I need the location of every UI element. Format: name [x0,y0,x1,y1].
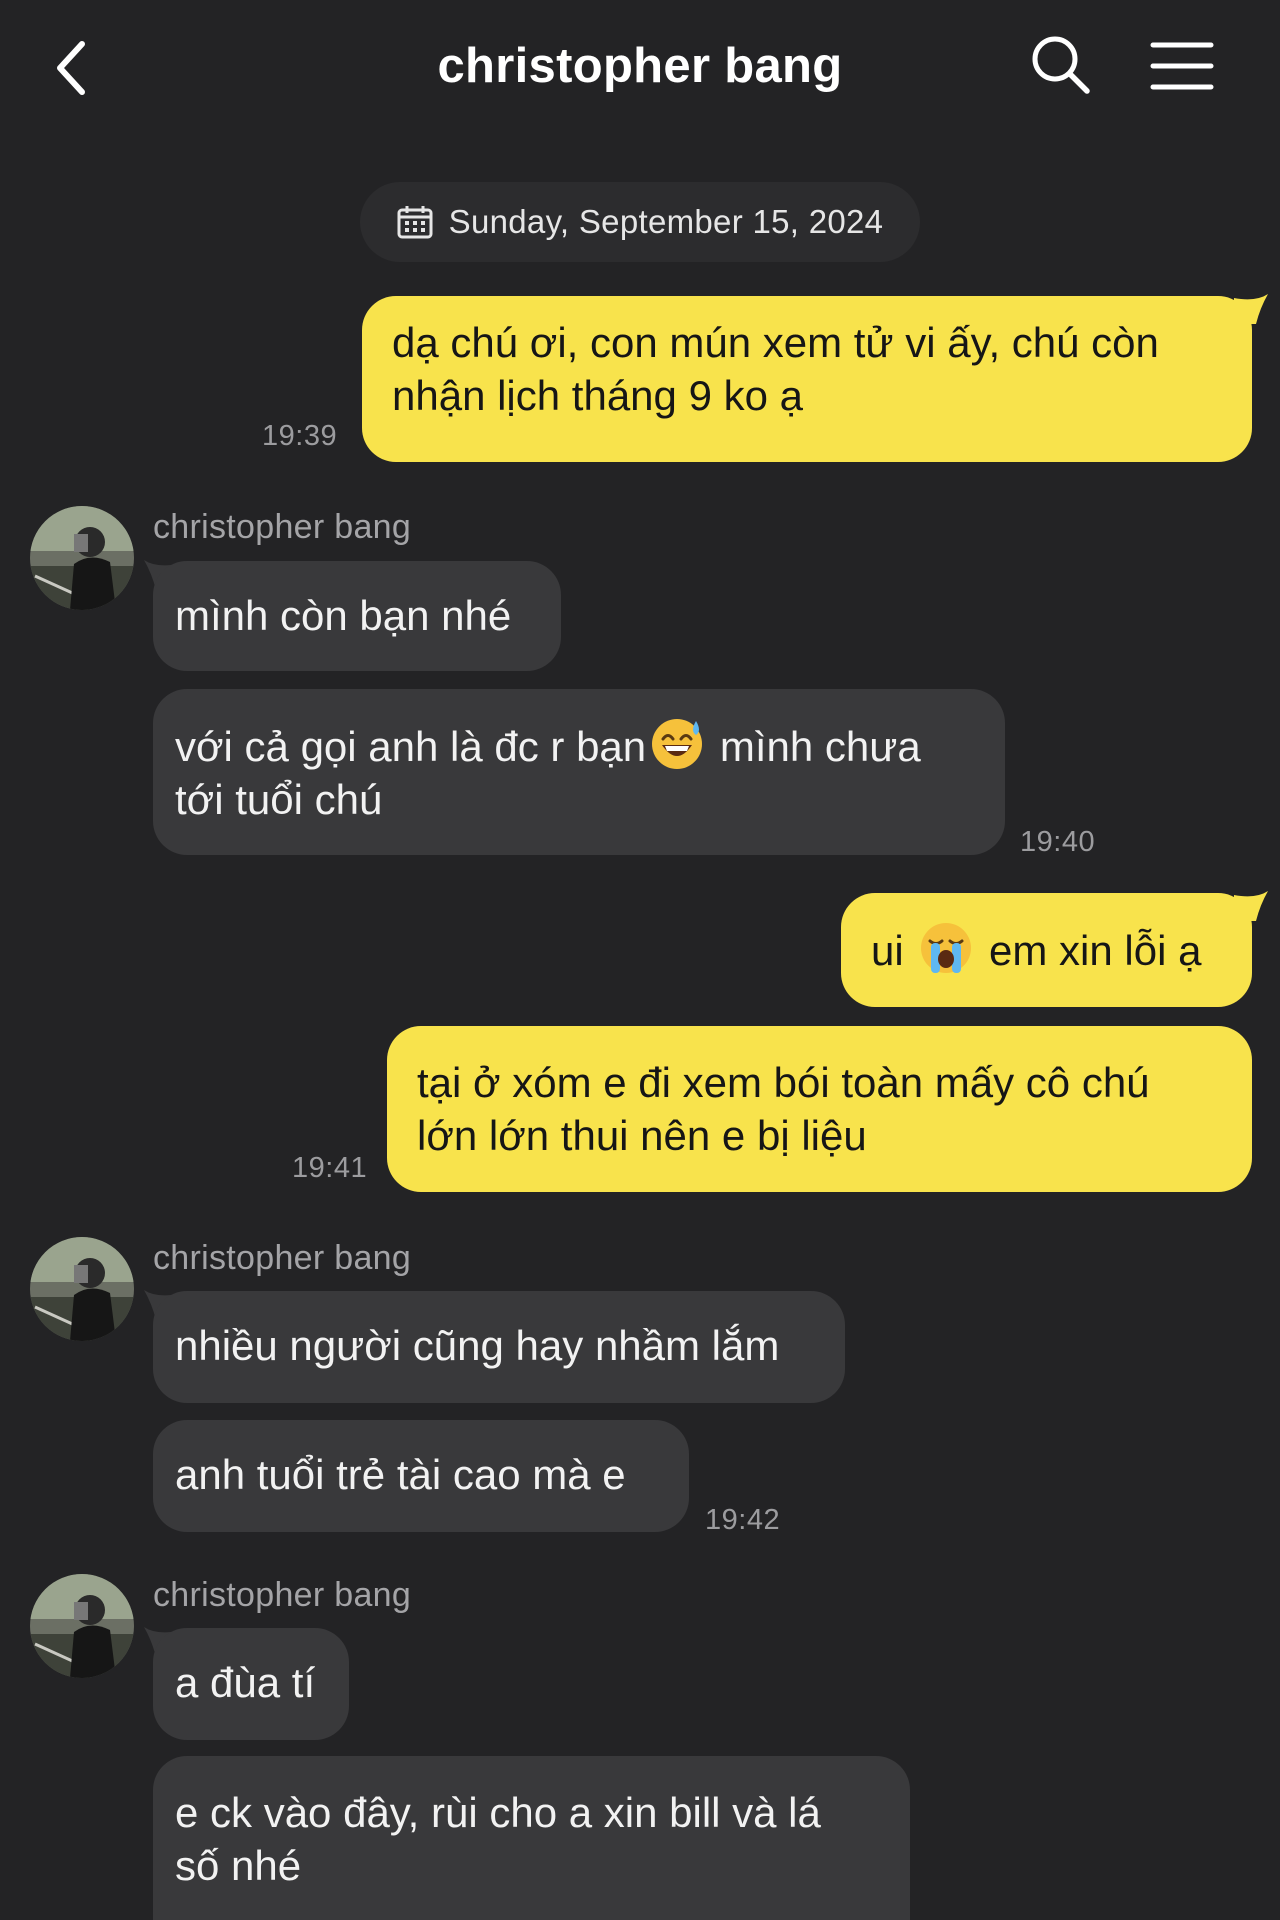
incoming-message[interactable]: nhiều người cũng hay nhầm lắm [153,1291,845,1403]
message-text: a đùa tí [175,1659,316,1706]
bubble-tail [1234,294,1268,324]
outgoing-message[interactable]: ui em xin lỗi ạ [841,893,1252,1007]
message-text-line: số nhé [175,1842,302,1889]
sweat-smile-emoji [652,719,703,769]
incoming-message[interactable]: e ck vào đây, rùi cho a xin bill và lá s… [153,1756,910,1920]
sender-name: christopher bang [153,508,412,546]
message-time: 19:39 [262,420,338,452]
message-text-line: tại ở xóm e đi xem bói toàn mấy cô chú [417,1059,1150,1106]
bubble-tail [1234,891,1268,921]
contact-avatar[interactable] [30,506,134,610]
message-text-line: với cả gọi anh là đc r bạn mình chưa [175,717,983,773]
message-text-part: với cả gọi anh là đc r bạn [175,723,647,770]
message-text-part: mình chưa [719,723,921,770]
date-label: Sunday, September 15, 2024 [448,203,884,240]
search-button[interactable] [1030,34,1092,96]
message-time: 19:42 [705,1504,781,1536]
message-text-line: nhận lịch tháng 9 ko ạ [392,372,803,419]
message-text-line: dạ chú ơi, con mún xem tử vi ấy, chú còn [392,319,1159,366]
outgoing-message[interactable]: tại ở xóm e đi xem bói toàn mấy cô chú l… [387,1026,1252,1192]
loudly-crying-emoji [921,923,972,973]
avatar-image [30,1237,134,1341]
menu-button[interactable] [1150,40,1214,92]
message-text-part: ui [871,927,904,974]
incoming-message[interactable]: anh tuổi trẻ tài cao mà e [153,1420,689,1532]
calendar-icon [397,206,433,239]
search-icon [1032,36,1090,94]
incoming-message[interactable]: a đùa tí [153,1628,349,1740]
message-text: nhiều người cũng hay nhầm lắm [175,1322,780,1369]
message-time: 19:40 [1020,826,1096,858]
message-text-line: e ck vào đây, rùi cho a xin bill và lá [175,1789,821,1836]
message-text-part: em xin lỗi ạ [989,927,1202,974]
sender-name: christopher bang [153,1239,412,1277]
avatar-image [30,1574,134,1678]
message-time: 19:41 [292,1152,368,1184]
message-text: mình còn bạn nhé [175,592,512,639]
message-text-line: ui em xin lỗi ạ [871,921,1222,977]
message-text-line: tới tuổi chú [175,776,383,823]
menu-icon [1150,42,1214,90]
incoming-message[interactable]: với cả gọi anh là đc r bạn mình chưa tới… [153,689,1005,855]
message-text-line: lớn lớn thui nên e bị liệu [417,1112,867,1159]
contact-avatar[interactable] [30,1574,134,1678]
date-separator: Sunday, September 15, 2024 [360,182,920,262]
sender-name: christopher bang [153,1576,412,1614]
incoming-message[interactable]: mình còn bạn nhé [153,561,561,671]
chat-header: christopher bang [0,0,1280,140]
outgoing-message[interactable]: dạ chú ơi, con mún xem tử vi ấy, chú còn… [362,296,1252,462]
message-text: anh tuổi trẻ tài cao mà e [175,1451,626,1498]
contact-avatar[interactable] [30,1237,134,1341]
avatar-image [30,506,134,610]
